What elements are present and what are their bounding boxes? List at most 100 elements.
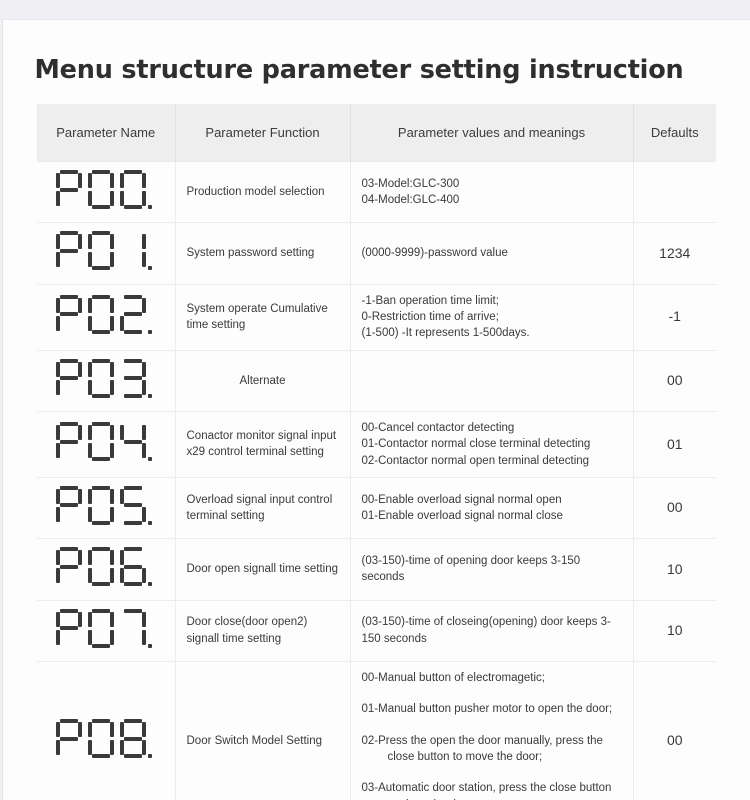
seven-segment-character [119, 547, 152, 587]
parameter-code-display [55, 170, 156, 209]
seven-segment-character [119, 294, 152, 334]
cell-parameter-name [37, 160, 175, 223]
cell-default-value: 1234 [632, 222, 716, 285]
parameter-code-display [55, 719, 156, 759]
cell-parameter-function: System operate Cumulative time setting [174, 283, 350, 351]
cell-parameter-name [37, 476, 175, 539]
seven-segment-character [119, 485, 152, 525]
parameter-value-line: 04-Model:GLC-400 [361, 194, 460, 207]
cell-default-value: 10 [632, 538, 716, 601]
parameter-value-line: 01-Manual button pusher motor to open th… [361, 703, 613, 716]
parameter-code-display [55, 231, 156, 271]
parameter-value-line: 02-Contactor normal open terminal detect… [361, 454, 590, 467]
cell-parameter-function: System password setting [174, 222, 350, 285]
table-row: Door Switch Model Setting 00-Manual butto… [37, 660, 716, 800]
cell-parameter-values: -1-Ban operation time limit; 0-Restrictio… [349, 283, 633, 351]
column-header-parameter-function: Parameter Function [174, 104, 350, 162]
parameter-value-line: (03-150)-time of opening door keeps 3-15… [361, 555, 581, 584]
parameter-value-line: 01-Contactor normal close terminal detec… [361, 438, 591, 451]
seven-segment-character [87, 547, 114, 587]
cell-parameter-name [37, 660, 175, 800]
parameter-table-container: Parameter Name Parameter Function Parame… [37, 104, 716, 800]
cell-parameter-function: Conactor monitor signal input x29 contro… [174, 410, 350, 478]
seven-segment-character [119, 170, 152, 209]
cell-default-value: 00 [632, 349, 716, 412]
cell-parameter-function: Overload signal input control terminal s… [174, 476, 350, 539]
table-body: Production model selection 03-Model:GLC-3… [37, 160, 716, 800]
table-row: Door close(door open2) signall time sett… [37, 599, 716, 662]
column-header-parameter-name: Parameter Name [37, 104, 175, 162]
parameter-value-line: -1-Ban operation time limit; [361, 294, 499, 307]
cell-parameter-function: Production model selection [174, 160, 350, 223]
parameter-value-line: 00-Manual button of electromagetic; [361, 671, 545, 684]
seven-segment-character [55, 608, 82, 648]
cell-parameter-values [349, 349, 633, 412]
cell-parameter-function: Door Switch Model Setting [174, 660, 350, 800]
parameter-value-line: 0-Restriction time of arrive; [361, 310, 499, 323]
cell-parameter-values: (03-150)-time of opening door keeps 3-15… [349, 538, 633, 601]
seven-segment-character [87, 422, 114, 462]
table-header: Parameter Name Parameter Function Parame… [37, 104, 716, 162]
cell-parameter-values: 03-Model:GLC-300 04-Model:GLC-400 [349, 160, 633, 223]
seven-segment-character [87, 608, 114, 648]
cell-parameter-values: (0000-9999)-password value [349, 222, 633, 285]
cell-parameter-name [37, 222, 175, 285]
table-row: Alternate 00 [37, 349, 716, 412]
parameter-code-display [55, 547, 156, 587]
parameter-code-display [55, 608, 156, 648]
cell-parameter-values: 00-Cancel contactor detecting 01-Contacto… [349, 410, 633, 478]
cell-default-value: -1 [632, 283, 716, 351]
seven-segment-character [55, 547, 82, 586]
parameter-value-line: 00-Cancel contactor detecting [361, 421, 515, 434]
seven-segment-character [55, 422, 82, 461]
table-row: System operate Cumulative time setting -1… [37, 283, 716, 351]
cell-parameter-function: Alternate [174, 349, 350, 412]
parameter-code-display [55, 485, 156, 525]
cell-parameter-name [37, 283, 175, 351]
cell-parameter-values: 00-Enable overload signal normal open 01-… [349, 476, 633, 539]
cell-parameter-values: 00-Manual button of electromagetic; 01-Ma… [349, 660, 633, 800]
seven-segment-character [55, 358, 82, 398]
table-row: Door open signall time setting (03-150)-t… [37, 538, 716, 601]
cell-parameter-name [37, 410, 175, 478]
cell-parameter-function: Door close(door open2) signall time sett… [174, 599, 350, 662]
seven-segment-character [55, 485, 82, 525]
cell-default-value: 00 [632, 660, 716, 800]
seven-segment-character [87, 485, 114, 525]
seven-segment-character [55, 170, 82, 209]
seven-segment-character [87, 719, 114, 759]
seven-segment-character [87, 170, 114, 209]
cell-parameter-name [37, 599, 175, 662]
seven-segment-character [55, 294, 82, 334]
parameter-code-display [55, 294, 156, 334]
parameter-value-line: 02-Press the open the door manually, pre… [361, 734, 603, 763]
cell-parameter-values: (03-150)-time of closeing(opening) door … [349, 599, 633, 662]
cell-parameter-function: Door open signall time setting [174, 538, 350, 601]
seven-segment-character [119, 719, 152, 759]
cell-default-value: 01 [632, 410, 716, 478]
parameter-value-line: (0000-9999)-password value [361, 247, 508, 260]
seven-segment-character [55, 231, 82, 270]
seven-segment-character [87, 294, 114, 334]
parameter-value-line: 03-Model:GLC-300 [361, 177, 460, 190]
seven-segment-character [120, 608, 152, 648]
page-title: Menu structure parameter setting instruc… [34, 55, 684, 85]
table-row: System password setting (0000-9999)-passw… [37, 222, 716, 285]
seven-segment-character [87, 358, 114, 398]
seven-segment-character [87, 231, 114, 271]
seven-segment-character [119, 422, 152, 462]
cell-default-value [632, 160, 716, 223]
cell-default-value: 10 [632, 599, 716, 662]
seven-segment-character [55, 719, 82, 758]
parameter-value-line: (03-150)-time of closeing(opening) door … [361, 616, 611, 645]
cell-parameter-name [37, 538, 175, 601]
cell-default-value: 00 [632, 476, 716, 539]
column-header-parameter-values: Parameter values and meanings [349, 104, 633, 162]
table-row: Conactor monitor signal input x29 contro… [37, 410, 716, 478]
seven-segment-character [120, 231, 152, 271]
parameter-value-line: 01-Enable overload signal normal close [361, 510, 563, 523]
seven-segment-character [120, 358, 152, 398]
parameter-table: Parameter Name Parameter Function Parame… [37, 104, 716, 800]
column-header-defaults: Defaults [632, 104, 716, 162]
header-row: Parameter Name Parameter Function Parame… [37, 104, 716, 162]
